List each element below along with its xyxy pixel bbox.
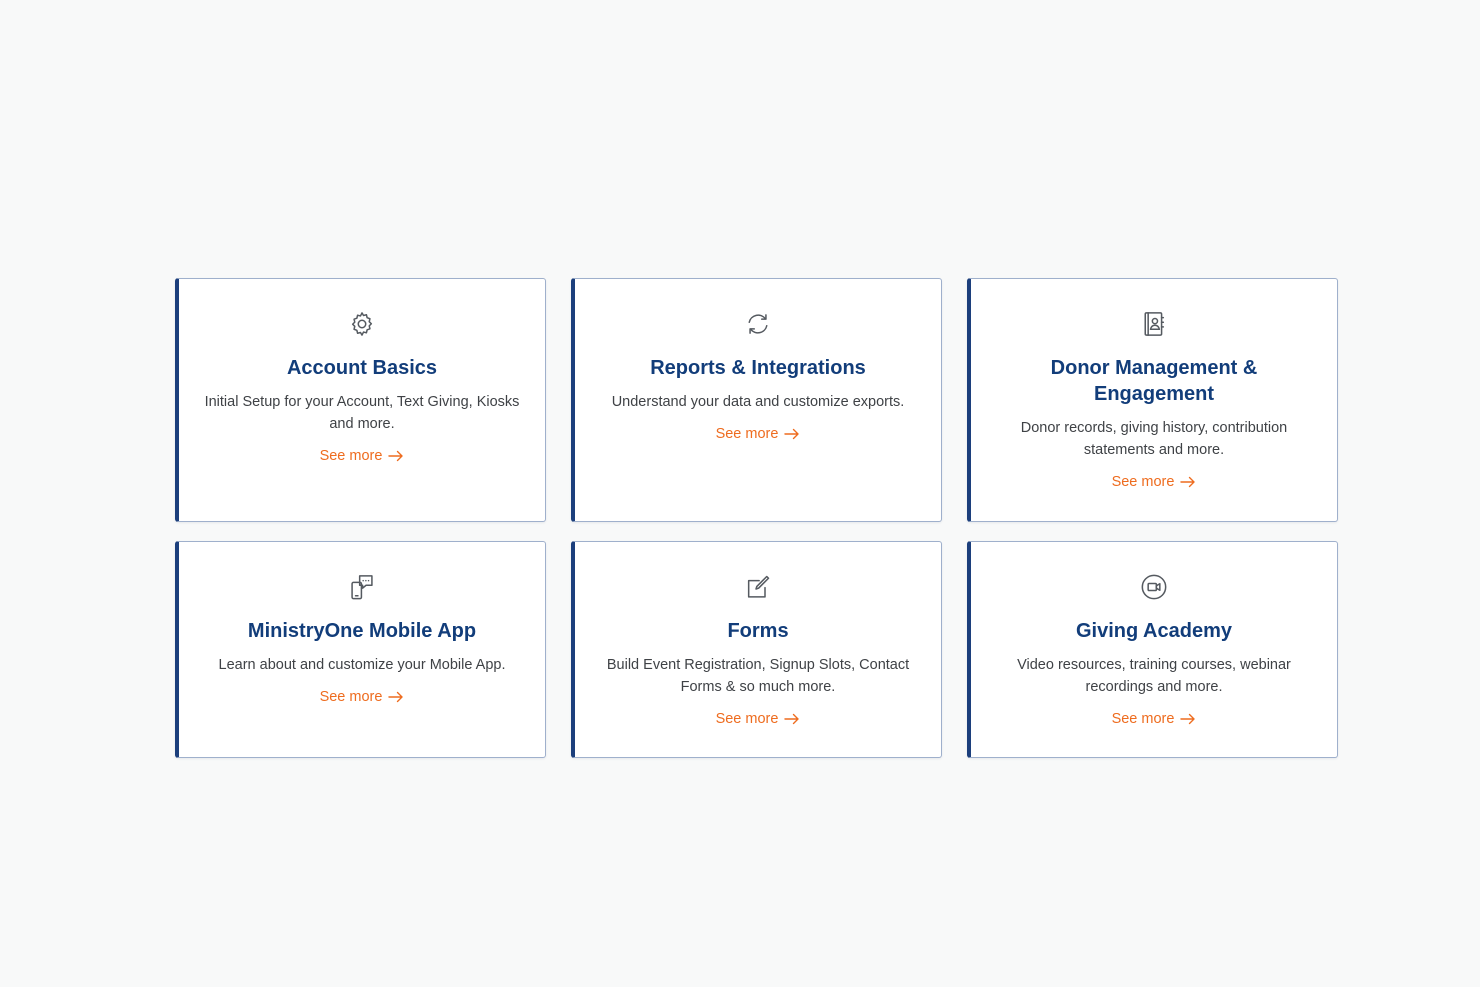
gear-icon <box>347 309 377 339</box>
card-giving-academy[interactable]: Giving Academy Video resources, training… <box>967 541 1338 758</box>
video-camera-icon <box>1139 572 1169 602</box>
see-more-label: See more <box>1111 474 1175 490</box>
card-title: MinistryOne Mobile App <box>247 620 477 642</box>
see-more-link[interactable]: See more <box>320 448 405 464</box>
card-donor-management[interactable]: Donor Management & Engagement Donor reco… <box>967 278 1338 522</box>
sync-icon <box>743 309 773 339</box>
card-title: Donor Management & Engagement <box>1050 357 1258 405</box>
card-title: Giving Academy <box>1076 620 1232 642</box>
see-more-link[interactable]: See more <box>716 711 801 727</box>
address-book-icon <box>1139 309 1169 339</box>
card-mobile-app[interactable]: MinistryOne Mobile App Learn about and c… <box>175 541 546 758</box>
see-more-label: See more <box>715 711 779 727</box>
arrow-right-icon <box>388 450 404 462</box>
card-description: Learn about and customize your Mobile Ap… <box>218 657 506 673</box>
see-more-label: See more <box>1111 711 1175 727</box>
card-forms[interactable]: Forms Build Event Registration, Signup S… <box>571 541 942 758</box>
mobile-chat-icon <box>347 572 377 602</box>
arrow-right-icon <box>1180 476 1196 488</box>
card-account-basics[interactable]: Account Basics Initial Setup for your Ac… <box>175 278 546 522</box>
card-description: Initial Setup for your Account, Text Giv… <box>204 394 520 432</box>
see-more-link[interactable]: See more <box>1112 711 1197 727</box>
edit-form-icon <box>743 572 773 602</box>
see-more-label: See more <box>715 426 779 442</box>
card-title: Forms <box>727 620 789 642</box>
see-more-label: See more <box>319 689 383 705</box>
see-more-link[interactable]: See more <box>716 426 801 442</box>
card-description: Understand your data and customize expor… <box>611 394 905 410</box>
arrow-right-icon <box>784 428 800 440</box>
arrow-right-icon <box>784 713 800 725</box>
card-title: Account Basics <box>286 357 438 379</box>
card-description: Build Event Registration, Signup Slots, … <box>606 657 910 695</box>
card-description: Donor records, giving history, contribut… <box>1020 420 1288 458</box>
see-more-link[interactable]: See more <box>320 689 405 705</box>
card-reports-integrations[interactable]: Reports & Integrations Understand your d… <box>571 278 942 522</box>
category-card-grid: Account Basics Initial Setup for your Ac… <box>175 278 1338 758</box>
arrow-right-icon <box>388 691 404 703</box>
see-more-link[interactable]: See more <box>1112 474 1197 490</box>
card-title: Reports & Integrations <box>650 357 866 379</box>
see-more-label: See more <box>319 448 383 464</box>
card-description: Video resources, training courses, webin… <box>1017 657 1291 695</box>
arrow-right-icon <box>1180 713 1196 725</box>
